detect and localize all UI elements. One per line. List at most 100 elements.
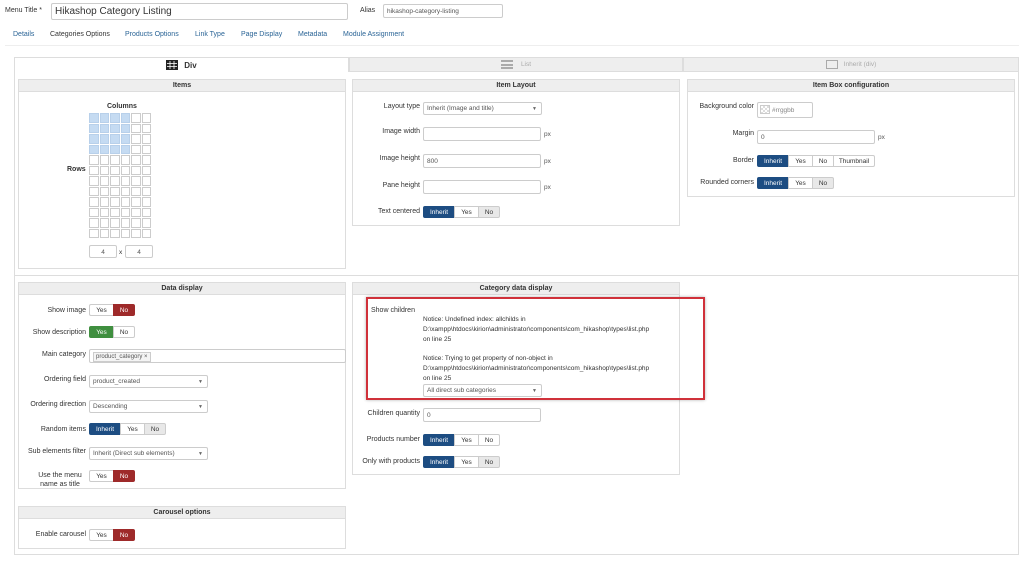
- grid-cell[interactable]: [99, 123, 109, 133]
- grid-cell[interactable]: [110, 165, 120, 175]
- show-description-yes-button[interactable]: Yes: [89, 326, 114, 338]
- sub-elements-select[interactable]: Inherit (Direct sub elements) ▼: [89, 447, 208, 460]
- only-with-products-toggle[interactable]: Inherit Yes No: [423, 456, 500, 468]
- image-width-input[interactable]: [423, 127, 541, 141]
- text-centered-no-button[interactable]: No: [478, 206, 500, 218]
- show-image-yes-button[interactable]: Yes: [89, 304, 114, 316]
- grid-cell[interactable]: [99, 197, 109, 207]
- grid-cell[interactable]: [141, 113, 151, 123]
- grid-cell[interactable]: [131, 144, 141, 154]
- show-children-select[interactable]: All direct sub categories ▼: [423, 384, 542, 397]
- grid-cell[interactable]: [131, 218, 141, 228]
- border-thumbnail-button[interactable]: Thumbnail: [833, 155, 875, 167]
- grid-cell[interactable]: [89, 218, 99, 228]
- remove-tag-icon[interactable]: ×: [144, 354, 148, 360]
- grid-cell[interactable]: [131, 155, 141, 165]
- grid-cell[interactable]: [131, 207, 141, 217]
- grid-cell[interactable]: [120, 113, 130, 123]
- products-number-yes-button[interactable]: Yes: [454, 434, 479, 446]
- grid-cell[interactable]: [120, 134, 130, 144]
- grid-cell[interactable]: [110, 144, 120, 154]
- grid-cell[interactable]: [110, 218, 120, 228]
- grid-cell[interactable]: [120, 228, 130, 238]
- grid-cell[interactable]: [99, 228, 109, 238]
- tab-metadata[interactable]: Metadata: [298, 31, 327, 38]
- show-description-no-button[interactable]: No: [113, 326, 135, 338]
- pane-height-input[interactable]: [423, 180, 541, 194]
- rounded-corners-toggle[interactable]: Inherit Yes No: [757, 177, 834, 189]
- grid-cell[interactable]: [131, 228, 141, 238]
- image-height-input[interactable]: 800: [423, 154, 541, 168]
- products-number-toggle[interactable]: Inherit Yes No: [423, 434, 500, 446]
- grid-cell[interactable]: [131, 123, 141, 133]
- grid-cell[interactable]: [99, 165, 109, 175]
- tab-products-options[interactable]: Products Options: [125, 31, 179, 38]
- grid-cell[interactable]: [141, 165, 151, 175]
- grid-cell[interactable]: [141, 144, 151, 154]
- grid-cell[interactable]: [110, 155, 120, 165]
- random-yes-button[interactable]: Yes: [120, 423, 145, 435]
- grid-cell[interactable]: [110, 228, 120, 238]
- products-number-inherit-button[interactable]: Inherit: [423, 434, 455, 446]
- border-no-button[interactable]: No: [812, 155, 834, 167]
- grid-cell[interactable]: [89, 186, 99, 196]
- enable-carousel-yes-button[interactable]: Yes: [89, 529, 114, 541]
- main-category-input[interactable]: product_category ×: [89, 349, 346, 363]
- layout-tab-div[interactable]: Div: [14, 57, 349, 72]
- only-with-products-inherit-button[interactable]: Inherit: [423, 456, 455, 468]
- columns-input[interactable]: 4: [89, 245, 117, 258]
- tab-details[interactable]: Details: [13, 31, 34, 38]
- tab-module-assignment[interactable]: Module Assignment: [343, 31, 404, 38]
- grid-cell[interactable]: [110, 113, 120, 123]
- products-number-no-button[interactable]: No: [478, 434, 500, 446]
- use-menu-name-yes-button[interactable]: Yes: [89, 470, 114, 482]
- grid-cell[interactable]: [120, 144, 130, 154]
- grid-cell[interactable]: [141, 186, 151, 196]
- use-menu-name-no-button[interactable]: No: [113, 470, 135, 482]
- border-toggle[interactable]: Inherit Yes No Thumbnail: [757, 155, 875, 167]
- grid-cell[interactable]: [120, 123, 130, 133]
- grid-cell[interactable]: [141, 207, 151, 217]
- grid-cell[interactable]: [131, 165, 141, 175]
- grid-cell[interactable]: [141, 134, 151, 144]
- grid-cell[interactable]: [110, 207, 120, 217]
- grid-cell[interactable]: [110, 134, 120, 144]
- grid-cell[interactable]: [89, 113, 99, 123]
- grid-cell[interactable]: [131, 197, 141, 207]
- layout-type-select[interactable]: Inherit (Image and title) ▼: [423, 102, 542, 115]
- grid-cell[interactable]: [141, 155, 151, 165]
- grid-cell[interactable]: [89, 176, 99, 186]
- grid-cell[interactable]: [99, 176, 109, 186]
- grid-cell[interactable]: [120, 165, 130, 175]
- grid-cell[interactable]: [141, 228, 151, 238]
- background-color-input[interactable]: #rrggbb: [757, 102, 813, 118]
- random-inherit-button[interactable]: Inherit: [89, 423, 121, 435]
- grid-cell[interactable]: [99, 113, 109, 123]
- children-quantity-input[interactable]: 0: [423, 408, 541, 422]
- grid-cell[interactable]: [131, 113, 141, 123]
- grid-cell[interactable]: [89, 155, 99, 165]
- grid-cell[interactable]: [89, 144, 99, 154]
- ordering-direction-select[interactable]: Descending ▼: [89, 400, 208, 413]
- ordering-field-select[interactable]: product_created ▼: [89, 375, 208, 388]
- grid-cell[interactable]: [89, 134, 99, 144]
- border-inherit-button[interactable]: Inherit: [757, 155, 789, 167]
- grid-cell[interactable]: [89, 123, 99, 133]
- grid-cell[interactable]: [141, 123, 151, 133]
- only-with-products-no-button[interactable]: No: [478, 456, 500, 468]
- layout-tab-inherit[interactable]: Inherit (div): [683, 57, 1019, 72]
- grid-cell[interactable]: [120, 207, 130, 217]
- random-items-toggle[interactable]: Inherit Yes No: [89, 423, 166, 435]
- grid-cell[interactable]: [110, 197, 120, 207]
- grid-cell[interactable]: [131, 176, 141, 186]
- tab-link-type[interactable]: Link Type: [195, 31, 225, 38]
- grid-cell[interactable]: [120, 186, 130, 196]
- grid-cell[interactable]: [120, 218, 130, 228]
- rows-columns-grid[interactable]: [89, 113, 153, 241]
- show-description-toggle[interactable]: Yes No: [89, 326, 135, 338]
- text-centered-toggle[interactable]: Inherit Yes No: [423, 206, 500, 218]
- margin-input[interactable]: 0: [757, 130, 875, 144]
- grid-cell[interactable]: [110, 176, 120, 186]
- show-image-no-button[interactable]: No: [113, 304, 135, 316]
- grid-cell[interactable]: [131, 134, 141, 144]
